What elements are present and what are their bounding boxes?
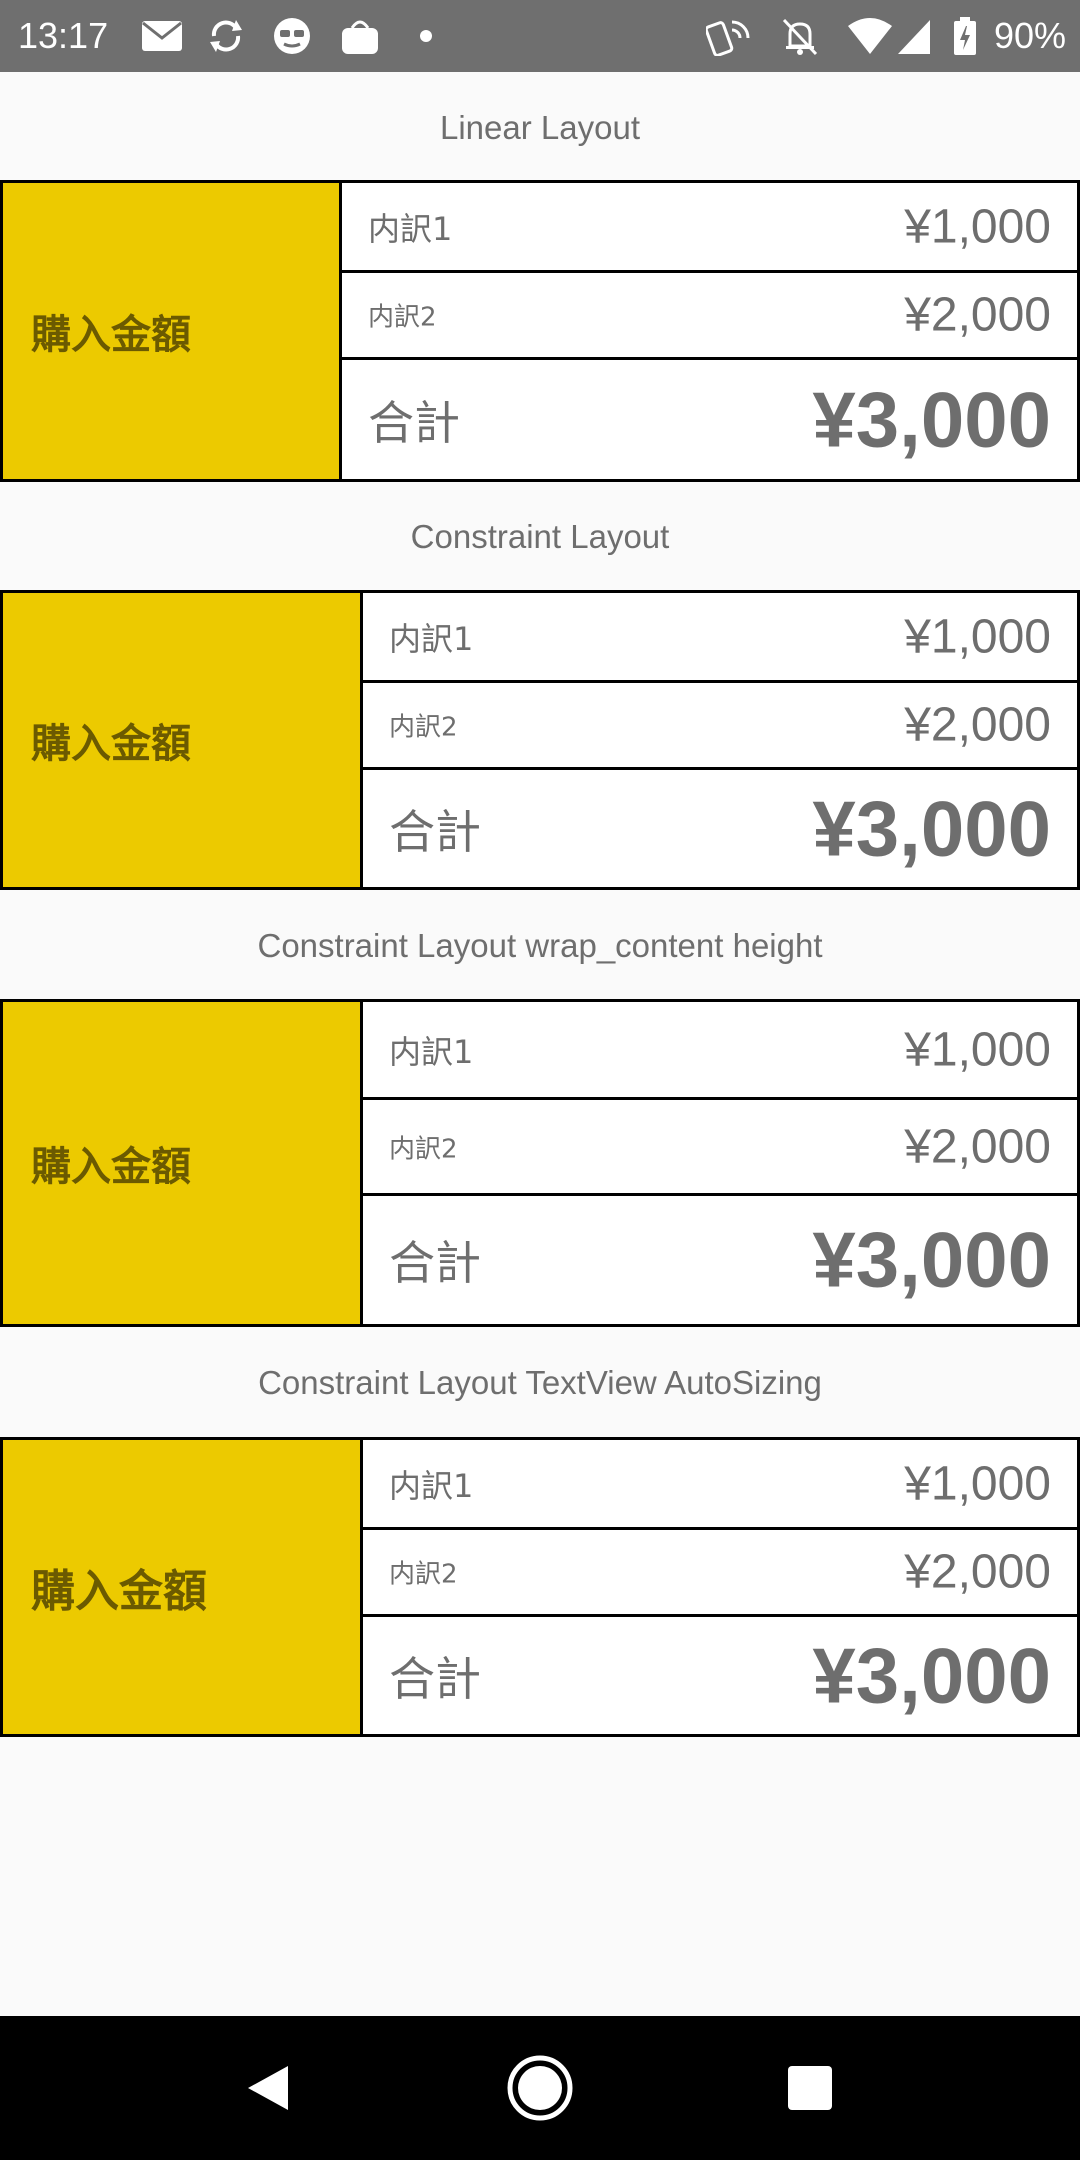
- purchase-label-cell: 購入金額: [0, 180, 342, 482]
- purchase-label: 購入金額: [31, 1566, 207, 1617]
- battery-percent: 90%: [993, 15, 1066, 56]
- purchase-block-autosizing: 購入金額 内訳1 ¥1,000 内訳2 ¥2,000 合計 ¥3,000: [0, 1437, 1080, 1737]
- breakdown-value: ¥1,000: [904, 200, 1051, 253]
- total-row: 合計 ¥3,000: [339, 357, 1080, 482]
- breakdown-key: 内訳1: [389, 1466, 474, 1505]
- section-title: Constraint Layout wrap_content height: [257, 927, 823, 964]
- breakdown-value: ¥1,000: [904, 1023, 1051, 1076]
- breakdown-column: 内訳1 ¥1,000 内訳2 ¥2,000 合計 ¥3,000: [360, 590, 1080, 890]
- breakdown-key: 内訳1: [389, 1032, 474, 1071]
- breakdown-row-2: 内訳2 ¥2,000: [360, 1097, 1080, 1196]
- total-row: 合計 ¥3,000: [360, 1193, 1080, 1327]
- back-icon[interactable]: [232, 2052, 304, 2124]
- silent-bell-icon: [782, 18, 818, 56]
- home-icon[interactable]: [504, 2052, 576, 2124]
- mail-icon: [142, 21, 182, 51]
- breakdown-column: 内訳1 ¥1,000 内訳2 ¥2,000 合計 ¥3,000: [360, 999, 1080, 1327]
- breakdown-value: ¥1,000: [904, 1457, 1051, 1510]
- breakdown-value: ¥2,000: [904, 288, 1051, 342]
- purchase-block-linear: 購入金額 内訳1 ¥1,000 内訳2 ¥2,000 合計 ¥3,000: [0, 180, 1080, 482]
- section-title: Constraint Layout: [410, 518, 670, 555]
- breakdown-value: ¥2,000: [904, 1545, 1051, 1599]
- total-row: 合計 ¥3,000: [360, 767, 1080, 890]
- breakdown-value: ¥2,000: [904, 1120, 1051, 1173]
- breakdown-row-1: 内訳1 ¥1,000: [360, 999, 1080, 1100]
- total-row: 合計 ¥3,000: [360, 1614, 1080, 1737]
- status-bar: 13:17 90%: [0, 0, 1080, 72]
- nfc-icon: [706, 20, 750, 56]
- breakdown-value: ¥2,000: [904, 698, 1051, 752]
- purchase-label-cell: 購入金額: [0, 999, 363, 1327]
- breakdown-row-2: 内訳2 ¥2,000: [360, 1527, 1080, 1617]
- breakdown-key: 内訳2: [389, 712, 458, 743]
- purchase-label: 購入金額: [31, 721, 191, 767]
- breakdown-key: 内訳1: [389, 619, 474, 658]
- breakdown-key: 内訳2: [389, 1559, 458, 1590]
- breakdown-column: 内訳1 ¥1,000 内訳2 ¥2,000 合計 ¥3,000: [339, 180, 1080, 482]
- market-icon: [342, 20, 378, 54]
- face-icon: [274, 18, 310, 54]
- breakdown-row-2: 内訳2 ¥2,000: [339, 270, 1080, 360]
- section-title: Constraint Layout TextView AutoSizing: [258, 1364, 822, 1401]
- breakdown-row-1: 内訳1 ¥1,000: [360, 1437, 1080, 1530]
- signal-icon: [898, 20, 930, 54]
- total-key: 合計: [368, 395, 460, 450]
- status-time: 13:17: [18, 15, 109, 56]
- section-title: Linear Layout: [440, 109, 640, 146]
- purchase-label: 購入金額: [31, 312, 191, 358]
- breakdown-key: 内訳2: [368, 302, 437, 333]
- recents-icon[interactable]: [774, 2052, 846, 2124]
- purchase-label-cell: 購入金額: [0, 1437, 363, 1737]
- total-value: ¥3,000: [812, 1631, 1051, 1719]
- breakdown-key: 内訳1: [368, 209, 453, 248]
- purchase-block-wrap-content: 購入金額 内訳1 ¥1,000 内訳2 ¥2,000 合計 ¥3,000: [0, 999, 1080, 1327]
- breakdown-row-1: 内訳1 ¥1,000: [360, 590, 1080, 683]
- purchase-label: 購入金額: [31, 1144, 191, 1190]
- total-value: ¥3,000: [812, 375, 1051, 463]
- sync-icon: [210, 20, 242, 52]
- breakdown-row-1: 内訳1 ¥1,000: [339, 180, 1080, 273]
- breakdown-row-2: 内訳2 ¥2,000: [360, 680, 1080, 770]
- total-key: 合計: [389, 1236, 481, 1290]
- purchase-block-constraint: 購入金額 内訳1 ¥1,000 内訳2 ¥2,000 合計 ¥3,000: [0, 590, 1080, 890]
- total-key: 合計: [389, 804, 481, 859]
- navigation-bar: [0, 2016, 1080, 2160]
- breakdown-column: 内訳1 ¥1,000 内訳2 ¥2,000 合計 ¥3,000: [360, 1437, 1080, 1737]
- total-value: ¥3,000: [812, 1215, 1051, 1304]
- breakdown-value: ¥1,000: [904, 610, 1051, 663]
- battery-icon: [954, 17, 976, 55]
- wifi-icon: [848, 18, 892, 54]
- purchase-label-cell: 購入金額: [0, 590, 363, 890]
- total-key: 合計: [389, 1651, 481, 1706]
- breakdown-key: 内訳2: [389, 1134, 458, 1164]
- total-value: ¥3,000: [812, 784, 1051, 872]
- dot-icon: [420, 30, 432, 42]
